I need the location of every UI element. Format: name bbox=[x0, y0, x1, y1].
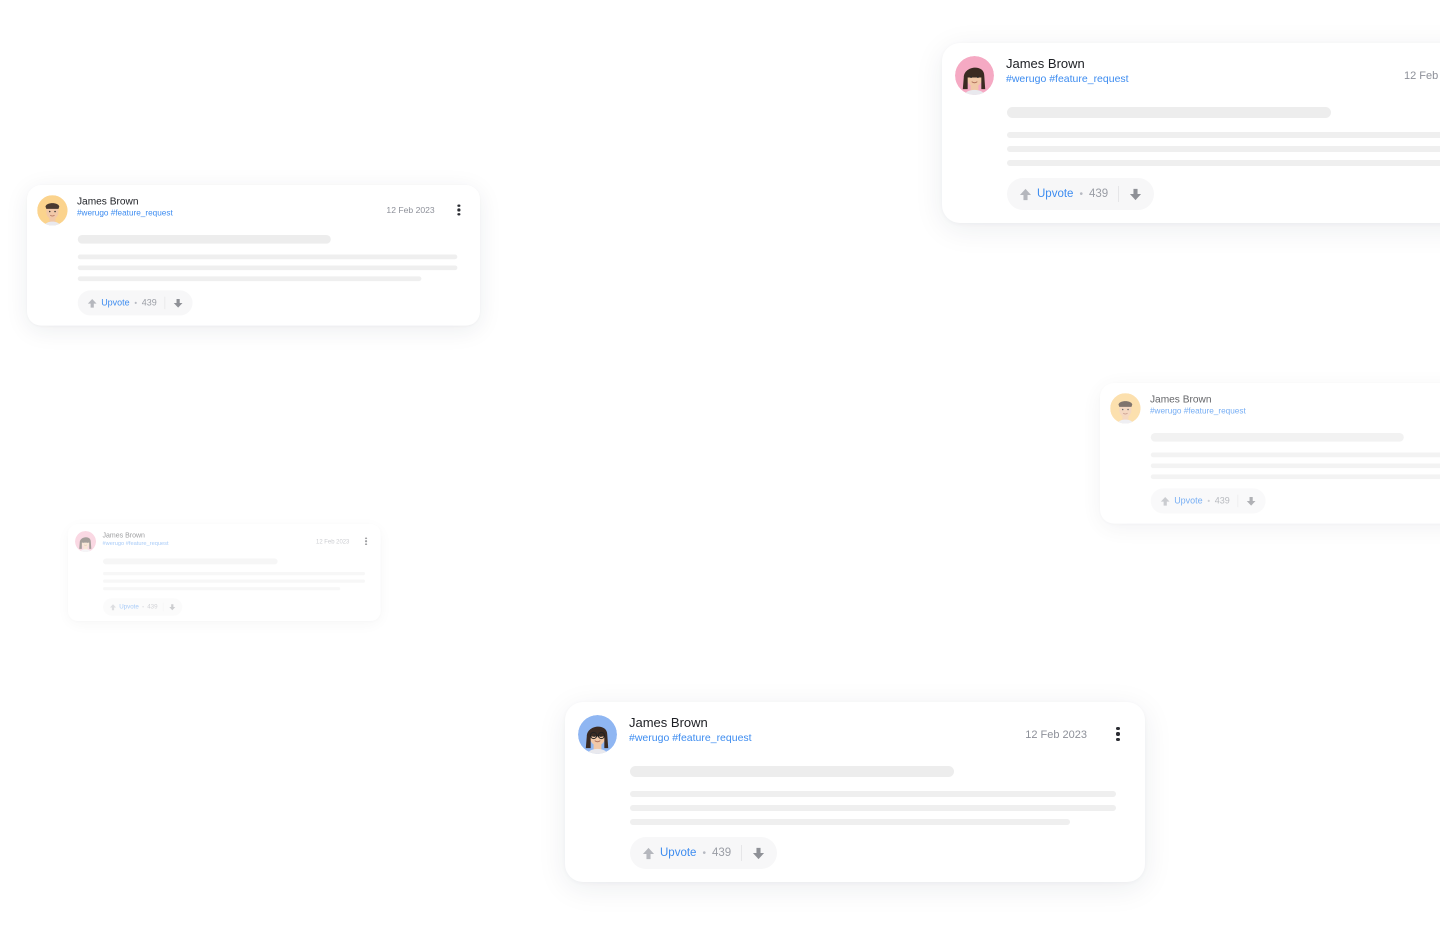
post-tags[interactable]: #werugo #feature_request bbox=[1006, 73, 1129, 85]
divider bbox=[741, 845, 743, 861]
upvote-label: Upvote bbox=[660, 847, 697, 859]
post-tags[interactable]: #werugo #feature_request bbox=[77, 208, 173, 217]
author-name[interactable]: James Brown bbox=[1006, 56, 1085, 71]
author-name[interactable]: James Brown bbox=[629, 715, 708, 730]
arrow-down-icon[interactable] bbox=[1246, 496, 1256, 506]
skeleton-line bbox=[77, 254, 458, 260]
post-card: James Brown #werugo #feature_request 12 … bbox=[565, 702, 1145, 882]
post-tags[interactable]: #werugo #feature_request bbox=[629, 732, 752, 744]
vote-pill: Upvote • 439 bbox=[630, 837, 778, 869]
upvote-button[interactable]: Upvote bbox=[642, 847, 696, 860]
arrow-up-icon bbox=[87, 298, 97, 308]
memoji-avatar bbox=[955, 56, 994, 95]
upvote-button[interactable]: Upvote bbox=[1160, 496, 1203, 506]
vote-count: 439 bbox=[141, 298, 157, 308]
more-vertical-icon[interactable] bbox=[1113, 725, 1123, 743]
skeleton-line bbox=[1150, 463, 1440, 469]
skeleton-line bbox=[103, 579, 365, 583]
skeleton-title bbox=[1007, 107, 1331, 118]
arrow-up-icon bbox=[1160, 496, 1170, 506]
author-name[interactable]: James Brown bbox=[102, 531, 144, 539]
avatar[interactable] bbox=[578, 715, 617, 754]
vote-count: 439 bbox=[147, 603, 158, 611]
divider bbox=[164, 296, 166, 310]
upvote-label: Upvote bbox=[119, 603, 139, 611]
divider bbox=[1118, 186, 1120, 202]
upvote-button[interactable]: Upvote bbox=[110, 604, 139, 611]
post-tags[interactable]: #werugo #feature_request bbox=[1150, 406, 1246, 415]
skeleton-line bbox=[630, 791, 1116, 797]
post-date: 12 Feb 2023 bbox=[1025, 729, 1087, 741]
separator-dot: • bbox=[134, 298, 138, 308]
vote-pill: Upvote • 439 bbox=[1007, 178, 1155, 210]
more-vertical-icon[interactable] bbox=[455, 203, 463, 217]
skeleton-line bbox=[77, 276, 422, 282]
memoji-avatar bbox=[1110, 393, 1141, 424]
memoji-avatar bbox=[37, 195, 68, 226]
arrow-down-icon[interactable] bbox=[173, 298, 183, 308]
arrow-up-icon bbox=[642, 847, 655, 859]
feed-canvas: James Brown #werugo #feature_request 12 … bbox=[0, 0, 1440, 934]
skeleton-line bbox=[103, 587, 341, 591]
post-tags[interactable]: #werugo #feature_request bbox=[102, 540, 168, 546]
skeleton-title bbox=[77, 234, 331, 244]
post-date: 12 Feb 2023 bbox=[1404, 70, 1440, 82]
upvote-label: Upvote bbox=[1174, 496, 1203, 506]
memoji-avatar bbox=[578, 715, 617, 754]
separator-dot: • bbox=[1079, 188, 1083, 200]
skeleton-title bbox=[630, 766, 954, 777]
upvote-label: Upvote bbox=[101, 298, 130, 308]
divider bbox=[162, 602, 164, 612]
upvote-label: Upvote bbox=[1037, 188, 1074, 200]
skeleton-title bbox=[103, 558, 278, 565]
more-vertical-icon[interactable] bbox=[363, 536, 368, 546]
skeleton-line bbox=[1150, 474, 1440, 480]
vote-count: 439 bbox=[711, 847, 732, 859]
vote-pill: Upvote • 439 bbox=[103, 598, 183, 616]
arrow-up-icon bbox=[110, 604, 117, 611]
separator-dot: • bbox=[142, 604, 144, 610]
post-card: James Brown #werugo #feature_request 12 … bbox=[942, 43, 1440, 223]
arrow-up-icon bbox=[1019, 188, 1032, 200]
author-name[interactable]: James Brown bbox=[1150, 393, 1212, 405]
vote-count: 439 bbox=[1088, 188, 1109, 200]
arrow-down-icon[interactable] bbox=[752, 847, 765, 860]
arrow-down-icon[interactable] bbox=[1129, 188, 1142, 201]
avatar[interactable] bbox=[1110, 393, 1141, 424]
skeleton-line bbox=[630, 805, 1116, 811]
author-name[interactable]: James Brown bbox=[77, 195, 139, 207]
skeleton-line bbox=[1007, 132, 1440, 138]
avatar[interactable] bbox=[37, 195, 68, 226]
skeleton-line bbox=[103, 571, 365, 576]
post-card: James Brown #werugo #feature_request 12 … bbox=[68, 524, 381, 622]
arrow-down-icon[interactable] bbox=[169, 604, 176, 611]
vote-pill: Upvote • 439 bbox=[1150, 488, 1266, 514]
upvote-button[interactable]: Upvote bbox=[1019, 188, 1073, 201]
vote-pill: Upvote • 439 bbox=[77, 290, 193, 316]
avatar[interactable] bbox=[955, 56, 994, 95]
skeleton-line bbox=[1007, 146, 1440, 152]
post-date: 12 Feb 2023 bbox=[316, 538, 350, 546]
skeleton-line bbox=[77, 265, 458, 271]
avatar[interactable] bbox=[75, 531, 97, 553]
separator-dot: • bbox=[1207, 496, 1211, 506]
separator-dot: • bbox=[702, 847, 706, 859]
upvote-button[interactable]: Upvote bbox=[87, 298, 130, 308]
divider bbox=[1237, 494, 1239, 508]
skeleton-title bbox=[1150, 432, 1404, 442]
vote-count: 439 bbox=[1214, 496, 1230, 506]
skeleton-line bbox=[630, 819, 1070, 825]
skeleton-line bbox=[1007, 160, 1440, 166]
memoji-avatar bbox=[75, 531, 97, 553]
post-date: 12 Feb 2023 bbox=[386, 206, 435, 216]
skeleton-line bbox=[1150, 452, 1440, 458]
post-card: James Brown #werugo #feature_request 12 … bbox=[27, 185, 480, 326]
post-card: James Brown #werugo #feature_request Upv… bbox=[1100, 383, 1440, 524]
